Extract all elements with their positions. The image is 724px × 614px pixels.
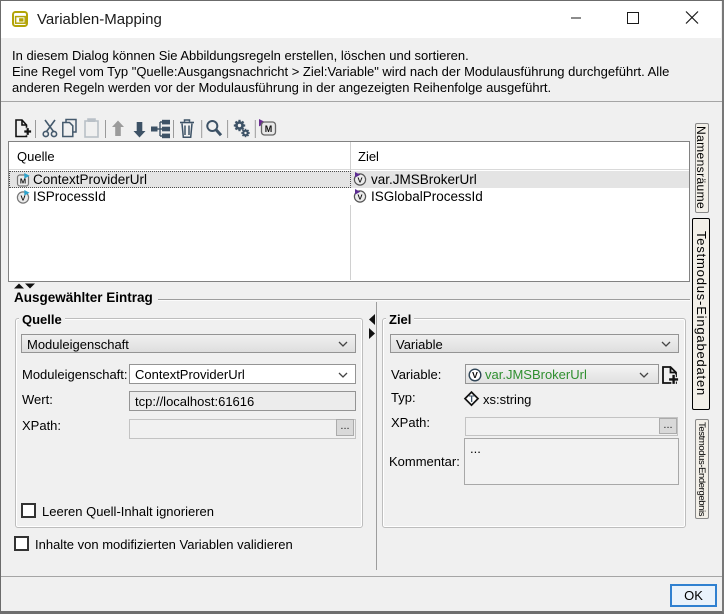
svg-text:V: V (357, 176, 362, 185)
svg-text:M: M (265, 124, 273, 134)
svg-text:V: V (472, 370, 478, 380)
svg-text:T: T (469, 394, 475, 404)
svg-text:V: V (357, 193, 362, 202)
